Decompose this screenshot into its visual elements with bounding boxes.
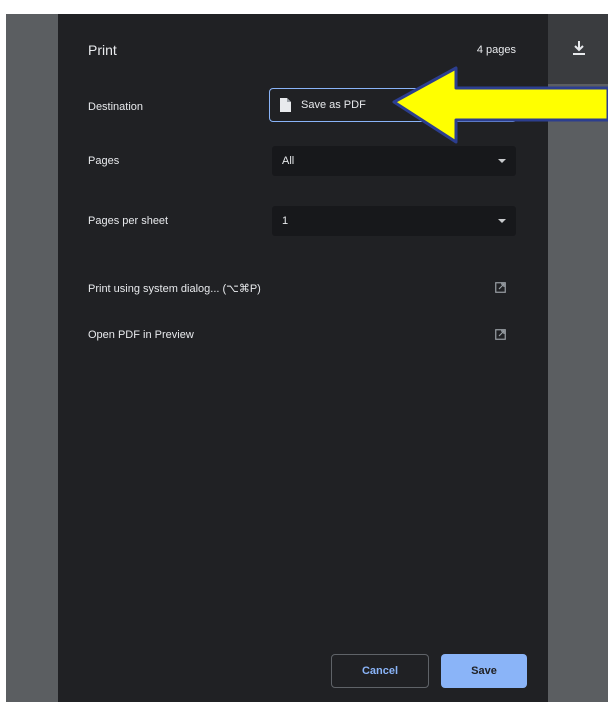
pages-label: Pages xyxy=(88,155,120,167)
dialog-title: Print xyxy=(88,42,117,58)
save-button[interactable]: Save xyxy=(441,654,527,688)
destination-value: Save as PDF xyxy=(301,99,366,111)
open-external-icon[interactable] xyxy=(495,282,506,293)
page-count: 4 pages xyxy=(476,44,516,56)
pages-select[interactable]: All xyxy=(272,146,516,176)
system-dialog-link[interactable]: Print using system dialog... (⌥⌘P) xyxy=(88,282,261,295)
annotation-arrow xyxy=(392,66,608,144)
chevron-down-icon xyxy=(498,159,506,163)
download-icon[interactable] xyxy=(572,40,586,56)
chevron-down-icon xyxy=(498,219,506,223)
pages-per-sheet-select[interactable]: 1 xyxy=(272,206,516,236)
open-preview-link[interactable]: Open PDF in Preview xyxy=(88,329,194,341)
pages-per-sheet-label: Pages per sheet xyxy=(88,215,169,227)
preview-backdrop-left xyxy=(6,14,62,702)
pages-value: All xyxy=(282,155,295,167)
cancel-button[interactable]: Cancel xyxy=(331,654,429,688)
file-icon xyxy=(280,98,291,112)
pages-per-sheet-value: 1 xyxy=(282,215,289,227)
destination-label: Destination xyxy=(88,101,144,113)
open-external-icon[interactable] xyxy=(495,329,506,340)
